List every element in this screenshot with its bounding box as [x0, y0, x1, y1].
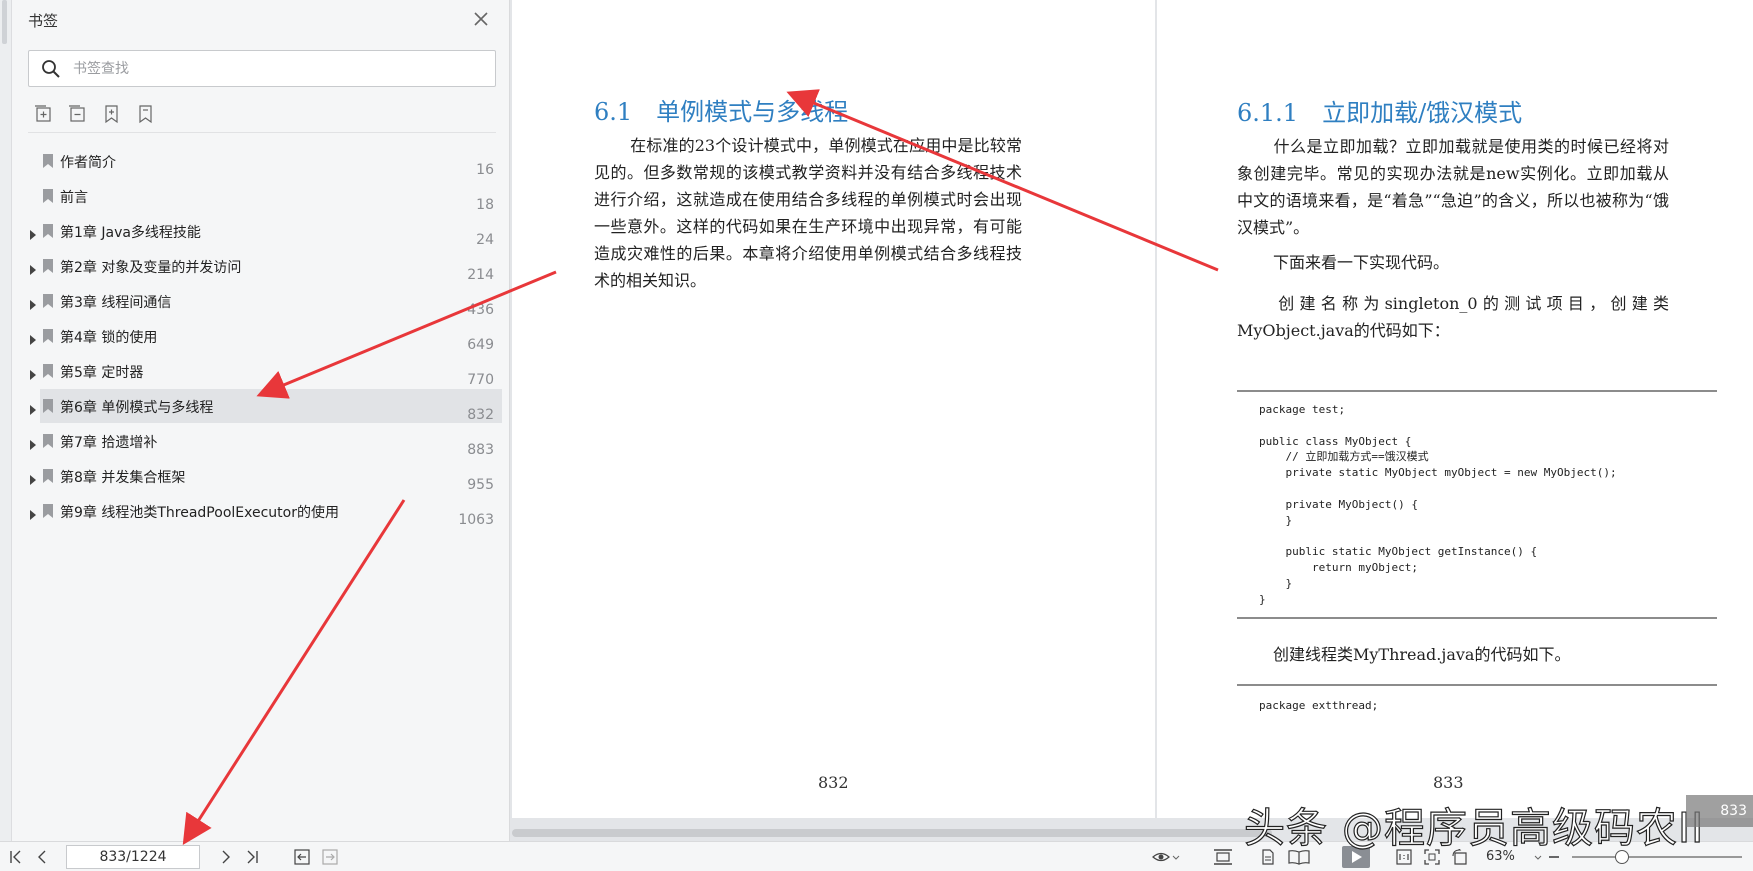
bookmark-flag-icon	[42, 363, 54, 378]
bookmark-flag-icon	[42, 328, 54, 343]
zoom-slider-track[interactable]	[1572, 856, 1742, 858]
page-number-input[interactable]	[66, 845, 200, 869]
last-page-icon[interactable]	[244, 849, 260, 865]
sidebar-title: 书签	[28, 12, 59, 30]
bookmark-page-number: 832	[467, 407, 494, 423]
section-paragraph: 在标准的23个设计模式中，单例模式在应用中是比较常见的。但多数常规的该模式教学资…	[594, 136, 1022, 290]
bookmark-page-number: 770	[467, 372, 494, 388]
bookmark-label: 第5章 定时器	[60, 365, 144, 381]
code-rule	[1237, 390, 1717, 392]
bookmark-label: 第9章 线程池类ThreadPoolExecutor的使用	[60, 505, 339, 521]
code-block: package extthread;	[1259, 699, 1379, 712]
bookmark-label: 第7章 拾遗增补	[60, 435, 158, 451]
bookmark-item[interactable]: 第5章 定时器 770	[12, 354, 502, 388]
bookmark-page-number: 16	[476, 162, 494, 178]
bookmark-item[interactable]: 第4章 锁的使用 649	[12, 319, 502, 353]
expand-arrow-icon[interactable]	[29, 470, 37, 485]
bookmark-flag-icon	[42, 398, 54, 413]
first-page-icon[interactable]	[8, 849, 24, 865]
expand-arrow-icon[interactable]	[29, 295, 37, 310]
page-badge: 833	[1686, 795, 1753, 827]
forward-icon[interactable]	[322, 849, 338, 865]
bookmark-page-number: 1063	[458, 512, 494, 528]
next-page-icon[interactable]	[218, 849, 234, 865]
bookmark-page-number: 955	[467, 477, 494, 493]
bookmark-page-number: 24	[476, 232, 494, 248]
bookmark-flag-icon	[42, 433, 54, 448]
bookmark-item[interactable]: 前言 18	[12, 179, 502, 213]
bookmark-page-number: 649	[467, 337, 494, 353]
expand-arrow-icon[interactable]	[29, 435, 37, 450]
bookmark-item[interactable]: 第1章 Java多线程技能 24	[12, 214, 502, 248]
bookmark-flag-icon	[42, 468, 54, 483]
expand-arrow-icon[interactable]	[29, 260, 37, 275]
continuous-view-icon[interactable]	[1212, 849, 1234, 865]
code-rule	[1237, 684, 1717, 686]
section-heading: 6.1 单例模式与多线程	[594, 98, 849, 126]
document-view[interactable]: 6.1 单例模式与多线程 在标准的23个设计模式中，单例模式在应用中是比较常见的…	[512, 0, 1753, 826]
bookmark-label: 前言	[60, 190, 88, 206]
paragraph: 创建线程类MyThread.java的代码如下。	[1273, 645, 1571, 664]
scrollbar-thumb[interactable]	[512, 829, 1272, 837]
page-832: 6.1 单例模式与多线程 在标准的23个设计模式中，单例模式在应用中是比较常见的…	[512, 0, 1155, 818]
paragraph: 下面来看一下实现代码。	[1273, 253, 1450, 272]
bookmark-sidebar: 书签 作者简介16前言18第1章 Java多线程技能24第2章 对象及变量的并发…	[0, 0, 510, 841]
bookmark-icon[interactable]	[136, 104, 156, 124]
bookmark-item[interactable]: 第8章 并发集合框架 955	[12, 459, 502, 493]
bookmark-flag-icon	[42, 153, 54, 168]
bookmark-item[interactable]: 第7章 拾遗增补 883	[12, 424, 502, 458]
expand-arrow-icon[interactable]	[29, 505, 37, 520]
previous-page-icon[interactable]	[34, 849, 50, 865]
page-number: 833	[1433, 773, 1464, 792]
page-833: 6.1.1 立即加载/饿汉模式 什么是立即加载？立即加载就是使用类的时候已经将对…	[1157, 0, 1753, 818]
bookmark-page-number: 883	[467, 442, 494, 458]
bookmark-label: 作者简介	[60, 155, 116, 171]
expand-arrow-icon[interactable]	[29, 330, 37, 345]
bookmark-label: 第8章 并发集合框架	[60, 470, 186, 486]
bookmark-label: 第2章 对象及变量的并发访问	[60, 260, 242, 276]
bookmark-page-number: 18	[476, 197, 494, 213]
close-icon[interactable]	[470, 8, 492, 30]
bookmark-item[interactable]: 第2章 对象及变量的并发访问 214	[12, 249, 502, 283]
bookmark-label: 第4章 锁的使用	[60, 330, 158, 346]
bookmark-flag-icon	[42, 188, 54, 203]
expand-arrow-icon[interactable]	[29, 365, 37, 380]
bookmark-search-box[interactable]	[28, 50, 496, 87]
subsection-heading: 6.1.1 立即加载/饿汉模式	[1237, 99, 1523, 127]
bookmark-item[interactable]: 第6章 单例模式与多线程 832	[30, 389, 502, 423]
paragraph: 创建名称为singleton_0的测试项目，创建类MyObject.java的代…	[1237, 294, 1669, 340]
expand-arrow-icon[interactable]	[29, 225, 37, 240]
eye-protection-icon[interactable]	[1152, 849, 1180, 865]
expand-arrow-icon[interactable]	[29, 400, 37, 415]
expand-all-icon[interactable]	[34, 104, 54, 124]
strip-tab[interactable]	[2, 0, 7, 44]
bookmark-flag-icon	[42, 503, 54, 518]
bookmark-item[interactable]: 作者简介 16	[12, 144, 502, 178]
bookmark-page-number: 214	[467, 267, 494, 283]
bookmark-page-number: 436	[467, 302, 494, 318]
collapse-all-icon[interactable]	[68, 104, 88, 124]
bookmark-label: 第3章 线程间通信	[60, 295, 172, 311]
search-icon	[41, 59, 61, 79]
code-block: package test; public class MyObject { //…	[1259, 403, 1617, 606]
paragraph: 什么是立即加载？立即加载就是使用类的时候已经将对象创建完毕。常见的实现办法就是n…	[1237, 137, 1669, 237]
back-icon[interactable]	[294, 849, 310, 865]
bookmark-item[interactable]: 第9章 线程池类ThreadPoolExecutor的使用 1063	[12, 494, 502, 528]
bookmark-flag-icon	[42, 293, 54, 308]
sidebar-collapse-strip[interactable]	[0, 0, 12, 841]
bookmark-item[interactable]: 第3章 线程间通信 436	[12, 284, 502, 318]
watermark: 头条 @程序员高级码农II	[1243, 803, 1705, 852]
bookmark-flag-icon	[42, 258, 54, 273]
bookmark-search-input[interactable]	[73, 57, 473, 81]
add-bookmark-icon[interactable]	[102, 104, 122, 124]
code-rule	[1237, 617, 1717, 619]
page-number: 832	[818, 773, 849, 792]
bookmark-label: 第1章 Java多线程技能	[60, 225, 201, 241]
divider	[28, 132, 496, 133]
bookmark-label: 第6章 单例模式与多线程	[60, 400, 214, 416]
bookmark-flag-icon	[42, 223, 54, 238]
